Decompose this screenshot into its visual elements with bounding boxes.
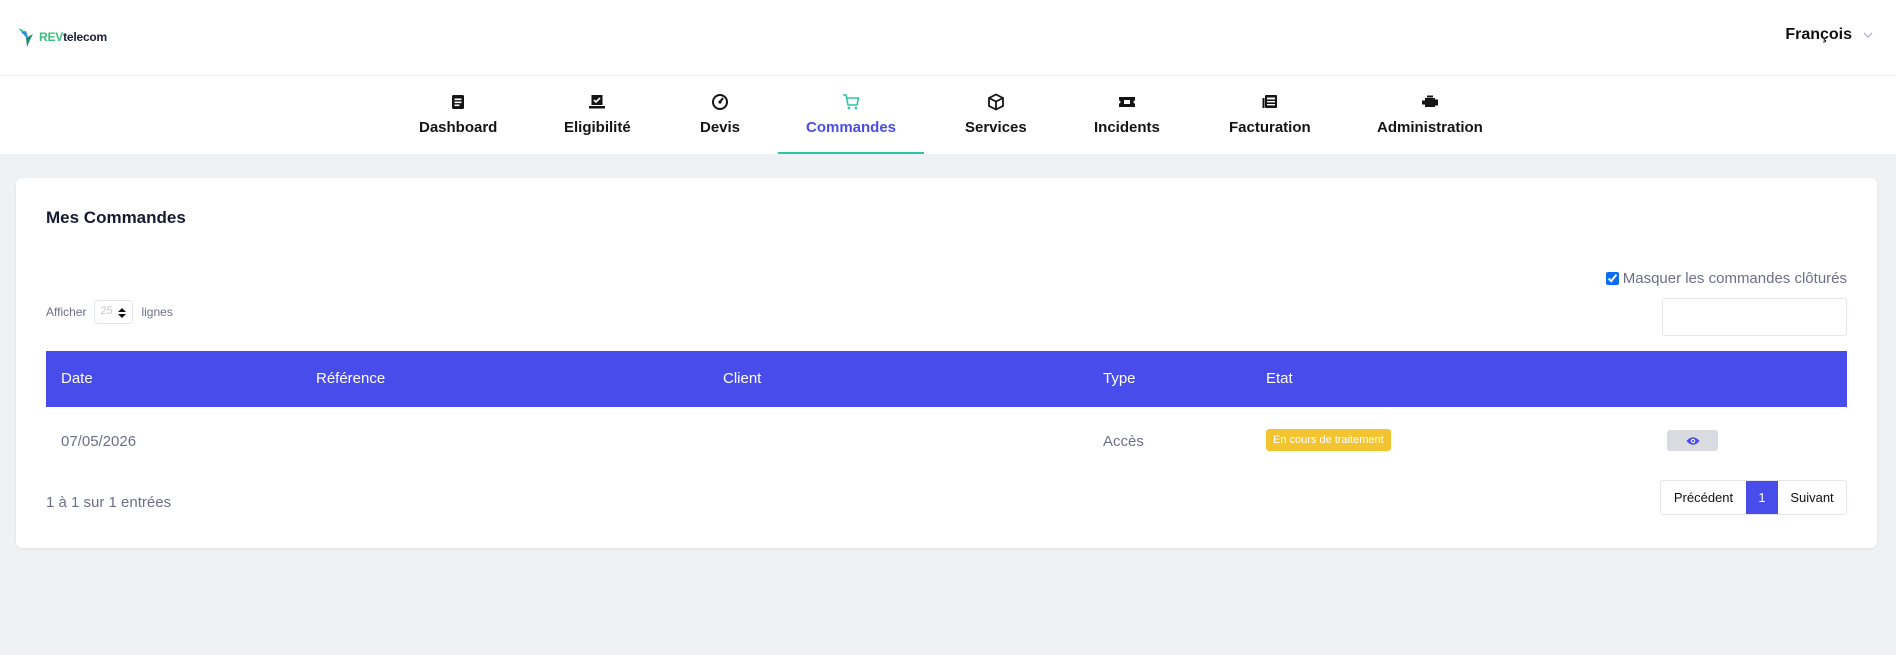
show-label: Afficher [46, 305, 87, 319]
table-header: Date Référence Client Type Etat [46, 351, 1847, 407]
nav-label: Facturation [1229, 119, 1311, 136]
nav-item-services[interactable]: Services [965, 76, 1027, 154]
column-header-etat[interactable]: Etat [1266, 370, 1293, 387]
hide-closed-label: Masquer les commandes clôturés [1622, 270, 1847, 287]
cell-date: 07/05/2026 [61, 433, 137, 450]
cell-type: Accès [1103, 433, 1144, 450]
page-1-button[interactable]: 1 [1746, 481, 1778, 514]
view-order-button[interactable] [1667, 430, 1718, 451]
hide-closed-toggle[interactable]: Masquer les commandes clôturés [1605, 270, 1847, 287]
document-icon [452, 95, 465, 109]
chevron-down-icon [1863, 32, 1873, 38]
cart-icon [843, 94, 860, 110]
page-length-select[interactable]: 25 [94, 300, 134, 324]
brand-wordmark-rev: REV [39, 30, 64, 44]
nav-item-administration[interactable]: Administration [1377, 76, 1483, 154]
ticket-icon [1118, 97, 1135, 107]
nav-item-incidents[interactable]: Incidents [1094, 76, 1160, 154]
next-page-button[interactable]: Suivant [1778, 481, 1846, 514]
column-header-client[interactable]: Client [723, 370, 761, 387]
table-row: 07/05/2026 Accès En cours de traitement [46, 407, 1847, 475]
hide-closed-checkbox[interactable] [1605, 272, 1619, 285]
user-menu[interactable]: François [1785, 26, 1874, 44]
nav-item-facturation[interactable]: Facturation [1229, 76, 1311, 154]
hummingbird-logo-icon [18, 28, 33, 47]
sort-arrows-icon [118, 308, 127, 318]
page-length-control: Afficher 25 lignes [46, 300, 173, 324]
user-name: François [1785, 26, 1852, 43]
nav-label: Incidents [1094, 119, 1160, 136]
laptop-check-icon [589, 95, 606, 109]
rows-label: lignes [141, 305, 173, 319]
page-title: Mes Commandes [46, 208, 186, 227]
nav-item-dashboard[interactable]: Dashboard [419, 76, 497, 154]
top-header: REVtelecom François [0, 0, 1896, 76]
nav-label: Dashboard [419, 119, 498, 136]
pagination: Précédent 1 Suivant [1660, 480, 1847, 515]
page-length-value: 25 [100, 305, 113, 317]
nav-item-devis[interactable]: Devis [700, 76, 740, 154]
orders-card: Mes Commandes Masquer les commandes clôt… [16, 178, 1877, 548]
engine-icon [1421, 95, 1438, 107]
box-icon [987, 93, 1004, 111]
search-input[interactable] [1662, 298, 1847, 336]
gauge-icon [712, 94, 729, 110]
status-badge: En cours de traitement [1266, 429, 1391, 451]
nav-label: Devis [700, 119, 741, 136]
nav-label: Eligibilité [564, 119, 631, 136]
column-header-reference[interactable]: Référence [316, 370, 385, 387]
nav-label: Administration [1377, 119, 1483, 136]
newspaper-icon [1262, 95, 1277, 108]
brand-logo[interactable]: REVtelecom [17, 26, 107, 48]
nav-label: Services [965, 119, 1027, 136]
previous-page-button[interactable]: Précédent [1661, 481, 1746, 514]
orders-table: Date Référence Client Type Etat 07/05/20… [46, 351, 1847, 475]
brand-wordmark: REVtelecom [39, 30, 107, 44]
nav-item-commandes[interactable]: Commandes [778, 76, 924, 154]
brand-wordmark-telecom: telecom [63, 30, 108, 44]
column-header-type[interactable]: Type [1103, 370, 1136, 387]
main-navigation: Dashboard Eligibilité Devis Commandes Se… [0, 76, 1896, 154]
nav-label: Commandes [805, 119, 897, 136]
table-info: 1 à 1 sur 1 entrées [46, 494, 172, 511]
column-header-date[interactable]: Date [61, 370, 93, 387]
eye-icon [1686, 436, 1699, 445]
nav-item-eligibilite[interactable]: Eligibilité [564, 76, 631, 154]
